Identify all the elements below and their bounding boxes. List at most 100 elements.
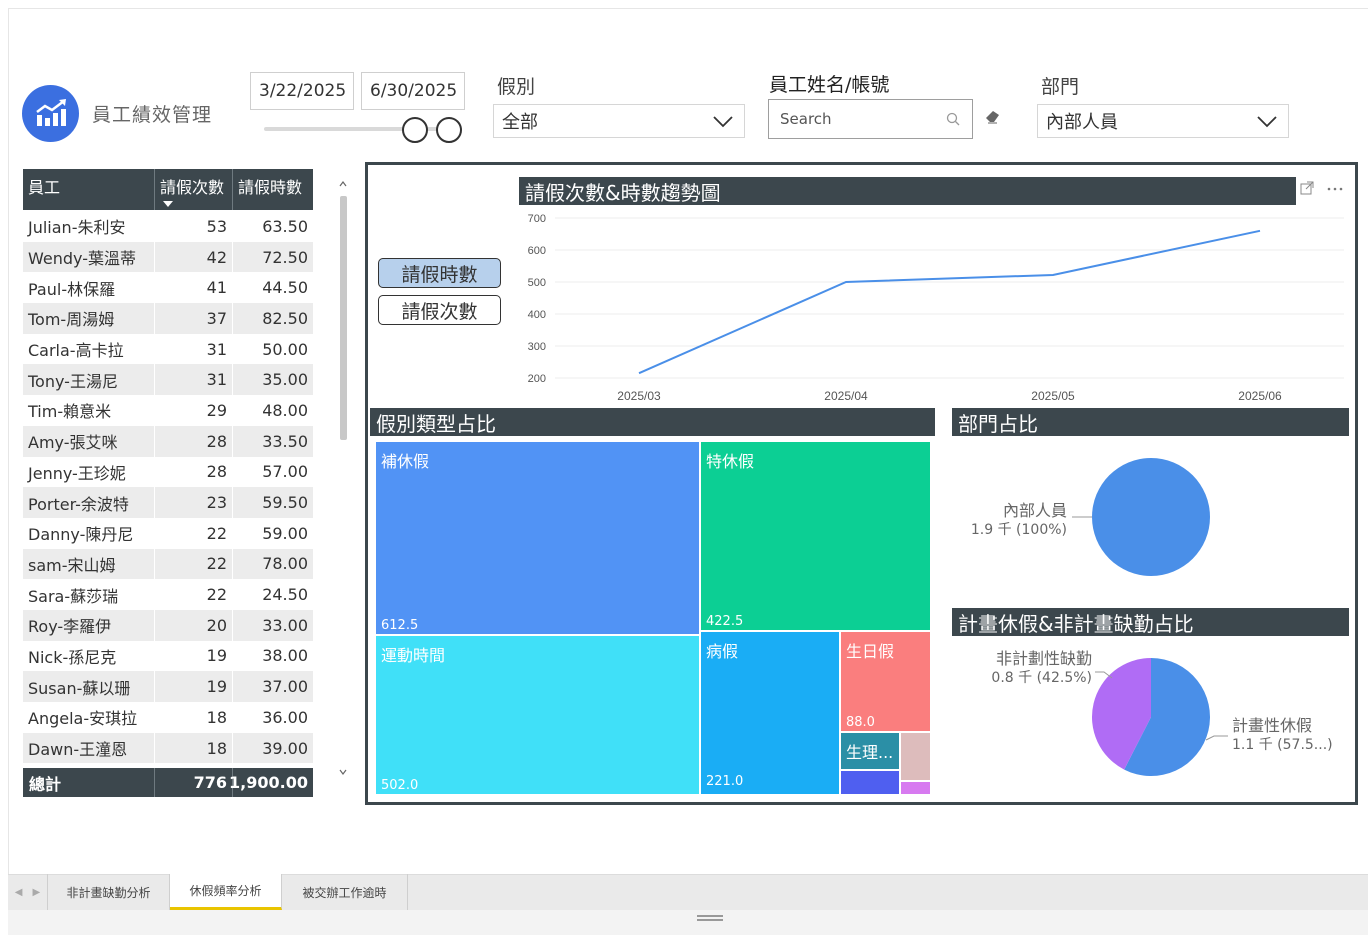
chevron-down-icon	[713, 116, 733, 128]
tab-prev-icon[interactable]: ◀	[15, 887, 23, 898]
table-row[interactable]: Tim-賴意米 29 48.00	[23, 395, 313, 426]
table-row[interactable]: Sara-蘇莎瑞 22 24.50	[23, 579, 313, 610]
employee-name: Danny-陳丹尼	[23, 517, 155, 549]
focus-mode-icon[interactable]	[1300, 181, 1314, 195]
total-label: 總計	[23, 768, 155, 797]
app-logo	[22, 85, 79, 142]
start-date-input[interactable]: 3/22/2025	[250, 72, 354, 110]
treemap-tile[interactable]: 特休假 422.5	[701, 442, 930, 630]
leave-count: 22	[155, 517, 233, 549]
leave-type-select[interactable]: 全部	[493, 104, 745, 138]
y-tick-label: 600	[528, 245, 546, 257]
data-point[interactable]	[844, 280, 848, 284]
x-tick-label: 2025/03	[617, 389, 661, 403]
treemap-tile-value: 612.5	[381, 618, 419, 633]
table-row[interactable]: Danny-陳丹尼 22 59.00	[23, 517, 313, 549]
table-row[interactable]: Amy-張艾咪 28 33.50	[23, 425, 313, 457]
treemap-tile[interactable]: 補休假 612.5	[376, 442, 699, 634]
employee-name: Sara-蘇莎瑞	[23, 579, 155, 610]
leave-hours: 36.00	[262, 707, 308, 727]
table-row[interactable]: sam-宋山姆 22 78.00	[23, 548, 313, 580]
leave-count: 41	[155, 272, 233, 304]
treemap-tile-label: 生日假	[846, 642, 895, 661]
employee-name: Jenny-王珍妮	[23, 456, 155, 488]
leave-count: 28	[155, 425, 233, 457]
date-slider-end-handle[interactable]	[436, 117, 462, 143]
x-tick-label: 2025/05	[1031, 389, 1075, 403]
employee-name: Angela-安琪拉	[23, 702, 155, 733]
more-options-icon[interactable]	[1326, 181, 1344, 195]
leave-hours: 63.50	[262, 216, 308, 236]
y-tick-label: 700	[528, 213, 546, 225]
table-row[interactable]: Wendy-葉溫蒂 42 72.50	[23, 241, 313, 273]
table-row[interactable]: Angela-安琪拉 18 36.00	[23, 702, 313, 733]
leave-hours: 24.50	[262, 585, 308, 605]
treemap-tile-value: 221.0	[706, 774, 744, 789]
table-total-row: 總計 776 1,900.00	[23, 766, 313, 797]
table-row[interactable]: Jenny-王珍妮 28 57.00	[23, 456, 313, 488]
leave-count: 31	[155, 333, 233, 365]
eraser-icon[interactable]	[985, 110, 1001, 124]
table-row[interactable]: Paul-林保羅 41 44.50	[23, 272, 313, 304]
pie-slice-label: 計畫性休假	[1232, 716, 1312, 735]
leave-type-value: 全部	[502, 112, 538, 133]
treemap-tile[interactable]: 生理...	[841, 733, 899, 769]
col-header-hours[interactable]: 請假時數	[233, 169, 313, 210]
dept-pie-chart: 內部人員 1.9 千 (100%)	[971, 458, 1210, 576]
treemap-tile[interactable]: 病假 221.0	[701, 632, 839, 794]
end-date-input[interactable]: 6/30/2025	[361, 72, 465, 110]
employee-name: Wendy-葉溫蒂	[23, 241, 155, 273]
pie-slice[interactable]	[1092, 458, 1210, 576]
employee-name: Amy-張艾咪	[23, 425, 155, 457]
treemap-tile-small[interactable]	[841, 771, 899, 794]
treemap-tile-small[interactable]	[901, 782, 930, 794]
dept-select[interactable]: 內部人員	[1037, 104, 1289, 138]
tab-next-icon[interactable]: ▶	[33, 887, 41, 898]
table-row[interactable]: Tony-王湯尼 31 35.00	[23, 364, 313, 396]
employee-leave-table: 員工 請假次數 請假時數 Julian-朱利安 53 63.50 Wendy-葉溫蒂 4…	[23, 169, 313, 764]
pie-slice-value: 1.1 千 (57.5...)	[1232, 737, 1333, 753]
data-point[interactable]	[1051, 273, 1055, 277]
resize-grip-icon[interactable]	[697, 915, 723, 921]
toggle-count-button[interactable]: 請假次數	[378, 295, 501, 325]
employee-name: Nick-孫尼克	[23, 640, 155, 672]
table-row[interactable]: Julian-朱利安 53 63.50	[23, 211, 313, 242]
leave-hours: 78.00	[262, 554, 308, 574]
employee-search-input[interactable]: Search	[768, 99, 973, 139]
leave-count: 37	[155, 303, 233, 334]
treemap-tile-small[interactable]	[901, 733, 930, 780]
treemap-tile[interactable]: 生日假 88.0	[841, 632, 930, 731]
leave-count: 23	[155, 487, 233, 518]
leave-hours: 33.50	[262, 431, 308, 451]
toggle-hours-button[interactable]: 請假時數	[378, 258, 501, 288]
leave-hours: 57.00	[262, 462, 308, 482]
series-line[interactable]	[638, 229, 1261, 375]
tab-overdue-tasks[interactable]: 被交辦工作逾時	[282, 874, 408, 910]
tab-leave-frequency[interactable]: 休假頻率分析	[170, 874, 282, 910]
leave-count: 29	[155, 395, 233, 426]
leave-count: 22	[155, 579, 233, 610]
data-point[interactable]	[1258, 229, 1262, 233]
leave-hours: 48.00	[262, 400, 308, 420]
treemap-tile-label: 生理...	[846, 743, 894, 762]
table-row[interactable]: Nick-孫尼克 19 38.00	[23, 640, 313, 672]
tab-unplanned-absence[interactable]: 非計畫缺勤分析	[48, 874, 170, 910]
data-point[interactable]	[637, 371, 641, 375]
table-row[interactable]: Tom-周湯姆 37 82.50	[23, 303, 313, 334]
leave-count: 18	[155, 732, 233, 764]
table-row[interactable]: Porter-余波特 23 59.50	[23, 487, 313, 518]
leave-count: 28	[155, 456, 233, 488]
table-row[interactable]: Roy-李羅伊 20 33.00	[23, 609, 313, 641]
treemap-tile[interactable]: 運動時間 502.0	[376, 636, 699, 794]
col-header-count[interactable]: 請假次數	[155, 169, 233, 210]
col-header-employee[interactable]: 員工	[23, 169, 155, 210]
table-row[interactable]: Susan-蘇以珊 19 37.00	[23, 671, 313, 702]
table-row[interactable]: Dawn-王潼恩 18 39.00	[23, 732, 313, 764]
table-row[interactable]: Carla-高卡拉 31 50.00	[23, 333, 313, 365]
employee-name: Carla-高卡拉	[23, 333, 155, 365]
date-slider-start-handle[interactable]	[402, 117, 428, 143]
pie-slice-value: 1.9 千 (100%)	[971, 522, 1067, 538]
leave-count: 20	[155, 609, 233, 641]
table-scroll-thumb[interactable]	[340, 196, 347, 440]
sort-desc-icon	[163, 201, 173, 207]
